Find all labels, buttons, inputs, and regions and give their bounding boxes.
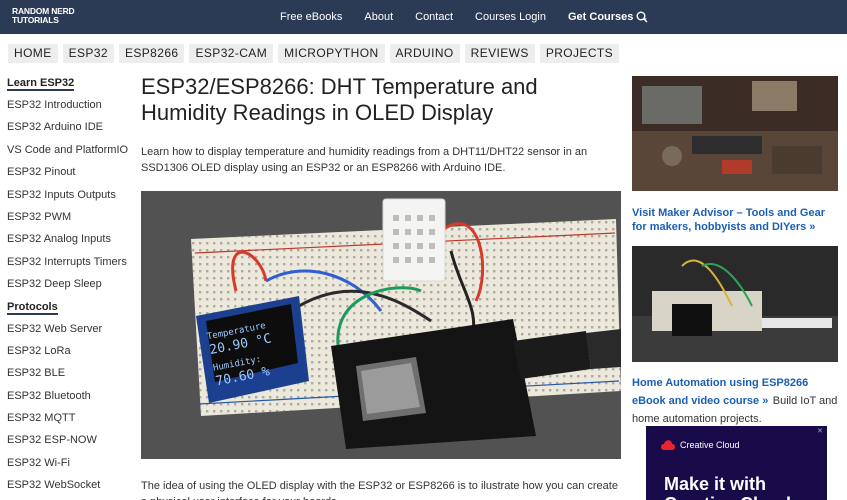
sidebar-item-esp32-deep-sleep[interactable]: ESP32 Deep Sleep	[7, 277, 132, 299]
category-menu: HOME ESP32 ESP8266 ESP32-CAM MICROPYTHON…	[8, 44, 624, 63]
search-icon[interactable]	[636, 11, 648, 23]
category-esp8266[interactable]: ESP8266	[118, 44, 185, 63]
category-esp32[interactable]: ESP32	[62, 44, 114, 63]
sidebar-item-vs-code-platformio[interactable]: VS Code and PlatformIO	[7, 143, 132, 165]
article: ESP32/ESP8266: DHT Temperature and Humid…	[141, 74, 621, 500]
right-sidebar: Visit Maker Advisor – Tools and Gear for…	[632, 76, 838, 500]
sidebar-heading-protocols-label: Protocols	[7, 300, 58, 315]
sidebar-item-esp32-bluetooth[interactable]: ESP32 Bluetooth	[7, 389, 132, 411]
top-navigation-bar: RANDOM NERD TUTORIALS Free eBooks About …	[0, 0, 847, 34]
hero-image-oled-dht-circuit: Temperature 20.90 °C Humidity: 70.60 %	[141, 191, 621, 459]
sidebar-item-esp32-websocket[interactable]: ESP32 WebSocket	[7, 478, 132, 500]
category-micropython[interactable]: MICROPYTHON	[278, 44, 385, 63]
sidebar-heading-protocols: Protocols	[7, 300, 132, 322]
sidebar-item-esp32-analog-inputs[interactable]: ESP32 Analog Inputs	[7, 232, 132, 254]
sidebar-item-esp32-interrupts-timers[interactable]: ESP32 Interrupts Timers	[7, 255, 132, 277]
nav-about[interactable]: About	[364, 11, 393, 23]
sidebar-item-esp32-wi-fi[interactable]: ESP32 Wi-Fi	[7, 456, 132, 478]
sidebar-item-esp32-arduino-ide[interactable]: ESP32 Arduino IDE	[7, 120, 132, 142]
sidebar-item-esp32-pinout[interactable]: ESP32 Pinout	[7, 165, 132, 187]
sidebar-item-esp32-mqtt[interactable]: ESP32 MQTT	[7, 411, 132, 433]
category-reviews[interactable]: REVIEWS	[464, 44, 535, 63]
nav-free-ebooks[interactable]: Free eBooks	[280, 11, 342, 23]
workbench-photo	[632, 76, 838, 191]
sidebar-item-esp32-web-server[interactable]: ESP32 Web Server	[7, 322, 132, 344]
nav-get-courses-label: Get Courses	[567, 11, 634, 23]
sidebar-heading-learn: Learn ESP32	[7, 76, 132, 98]
article-paragraph: The idea of using the OLED display with …	[141, 480, 618, 500]
esp8266-photo	[632, 246, 838, 362]
sidebar-item-esp32-introduction[interactable]: ESP32 Introduction	[7, 98, 132, 120]
article-title: ESP32/ESP8266: DHT Temperature and Humid…	[141, 74, 538, 125]
sidebar-item-esp32-lora[interactable]: ESP32 LoRa	[7, 344, 132, 366]
nav-courses-login[interactable]: Courses Login	[475, 11, 546, 23]
sidebar-item-esp32-esp-now[interactable]: ESP32 ESP-NOW	[7, 433, 132, 455]
creative-cloud-ad[interactable]: ✕ Creative Cloud Make it with Creative C…	[646, 426, 827, 500]
oled-screen-text: Temperature 20.90 °C Humidity: 70.60 %	[206, 319, 279, 389]
creative-cloud-icon	[661, 440, 675, 450]
maker-advisor-image[interactable]	[632, 76, 838, 191]
maker-advisor-link[interactable]: Visit Maker Advisor – Tools and Gear for…	[632, 206, 838, 234]
ad-close-icon[interactable]: ✕	[817, 428, 825, 436]
sidebar-heading-learn-label: Learn ESP32	[7, 77, 75, 91]
site-logo[interactable]: RANDOM NERD TUTORIALS	[12, 7, 82, 25]
category-arduino[interactable]: ARDUINO	[389, 44, 460, 63]
sidebar-item-esp32-ble[interactable]: ESP32 BLE	[7, 366, 132, 388]
ad-headline: Make it with Creative Cloud	[664, 474, 791, 500]
home-automation-image[interactable]	[632, 246, 838, 362]
main-nav: Free eBooks About Contact Courses Login …	[280, 0, 670, 34]
logo-line-2: TUTORIALS	[12, 15, 59, 25]
circuit-illustration	[141, 191, 621, 459]
left-sidebar: Learn ESP32 ESP32 Introduction ESP32 Ard…	[7, 76, 132, 500]
nav-contact[interactable]: Contact	[415, 11, 453, 23]
ad-brand: Creative Cloud	[680, 440, 740, 450]
category-projects[interactable]: PROJECTS	[539, 44, 620, 63]
article-intro: Learn how to display temperature and hum…	[141, 146, 588, 174]
sidebar-item-esp32-pwm[interactable]: ESP32 PWM	[7, 210, 132, 232]
sidebar-item-esp32-inputs-outputs[interactable]: ESP32 Inputs Outputs	[7, 188, 132, 210]
category-home[interactable]: HOME	[8, 44, 58, 63]
category-esp32-cam[interactable]: ESP32-CAM	[189, 44, 274, 63]
